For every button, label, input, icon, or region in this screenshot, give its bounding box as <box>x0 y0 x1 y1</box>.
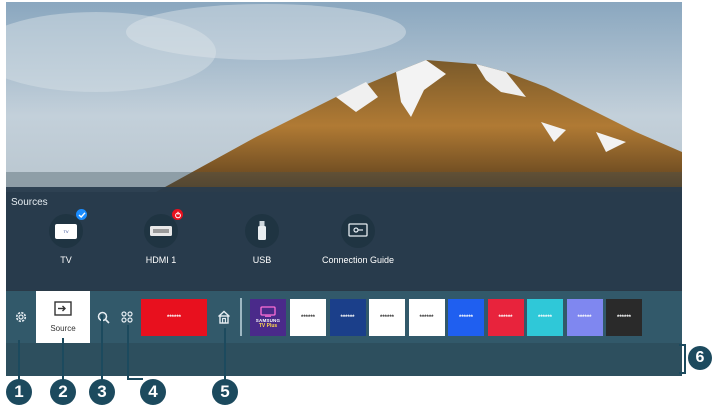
tv-plus-tile[interactable]: SAMSUNG TV Plus <box>250 299 286 336</box>
featured-app-tile[interactable]: ****** <box>141 299 207 336</box>
content-preview-area <box>6 343 682 376</box>
tv-plus-icon <box>260 306 276 317</box>
source-item-connection-guide[interactable]: Connection Guide <box>313 214 403 274</box>
callout-4: 4 <box>140 379 166 405</box>
search-button[interactable] <box>92 291 114 343</box>
callout-1-leader <box>18 340 20 380</box>
source-item-tv[interactable]: TV TV <box>21 209 111 274</box>
app-tile[interactable]: ****** <box>566 299 603 336</box>
app-tile[interactable]: ****** <box>487 299 524 336</box>
app-tile[interactable]: ****** <box>527 299 563 336</box>
app-tile-text: ****** <box>379 314 394 321</box>
source-label-usb: USB <box>252 255 272 265</box>
app-tile[interactable]: ****** <box>606 299 642 336</box>
sources-panel: Sources TV TV HDMI 1 USB Connection Guid… <box>6 187 682 290</box>
tv-plus-label: TV Plus <box>258 323 278 329</box>
callout-1: 1 <box>6 379 32 405</box>
app-tile[interactable]: ****** <box>408 299 445 336</box>
app-tile[interactable]: ****** <box>369 299 405 336</box>
source-item-usb[interactable]: USB <box>217 214 307 274</box>
callout-6-bracket-bottom <box>679 372 686 374</box>
callout-6-bracket-top <box>679 344 686 346</box>
source-label-connection-guide: Connection Guide <box>321 255 395 265</box>
home-bar-divider <box>240 298 242 336</box>
source-input-icon <box>54 301 72 316</box>
source-label-tv: TV <box>60 255 72 265</box>
callout-3: 3 <box>89 379 115 405</box>
app-tile[interactable]: ****** <box>290 299 326 336</box>
callout-5-leader <box>224 328 226 380</box>
app-tile[interactable]: ****** <box>448 299 484 336</box>
power-badge-icon <box>172 209 183 220</box>
callout-6-bracket <box>684 344 686 374</box>
source-item-hdmi1[interactable]: HDMI 1 <box>116 209 206 274</box>
settings-button[interactable] <box>6 291 36 343</box>
check-badge-icon <box>76 209 87 220</box>
source-button-label: Source <box>50 324 76 333</box>
app-tile-text: ****** <box>537 314 552 321</box>
callout-5: 5 <box>212 379 238 405</box>
home-bar: Source ****** SAMSUNG TV Plus ****** ***… <box>6 291 682 343</box>
app-tile-text: ****** <box>340 314 355 321</box>
callout-2-leader <box>62 338 64 380</box>
callout-2: 2 <box>50 379 76 405</box>
source-button[interactable]: Source <box>36 291 90 343</box>
app-tile-text: ****** <box>498 314 513 321</box>
home-icon <box>218 310 230 324</box>
gear-icon <box>15 311 27 323</box>
hdmi-icon <box>144 214 178 248</box>
search-icon <box>97 311 110 324</box>
tv-screen: Sources TV TV HDMI 1 USB Connection Guid… <box>6 2 682 376</box>
callout-4-leader-horizontal <box>127 378 143 380</box>
featured-app-tile-text: ****** <box>166 314 181 321</box>
source-label-hdmi1: HDMI 1 <box>145 255 177 265</box>
connection-guide-icon <box>341 214 375 248</box>
sources-title: Sources <box>11 197 48 208</box>
app-tile-text: ****** <box>616 314 631 321</box>
apps-icon <box>121 311 133 323</box>
callout-6: 6 <box>688 346 712 370</box>
app-tile-text: ****** <box>419 314 434 321</box>
app-tile-text: ****** <box>458 314 473 321</box>
usb-icon <box>245 214 279 248</box>
app-tile-text: ****** <box>300 314 315 321</box>
callout-4-leader <box>127 325 129 380</box>
background-landscape-image <box>6 2 682 192</box>
callout-3-leader <box>101 315 103 380</box>
app-tile[interactable]: ****** <box>329 299 366 336</box>
app-tile-text: ****** <box>577 314 592 321</box>
